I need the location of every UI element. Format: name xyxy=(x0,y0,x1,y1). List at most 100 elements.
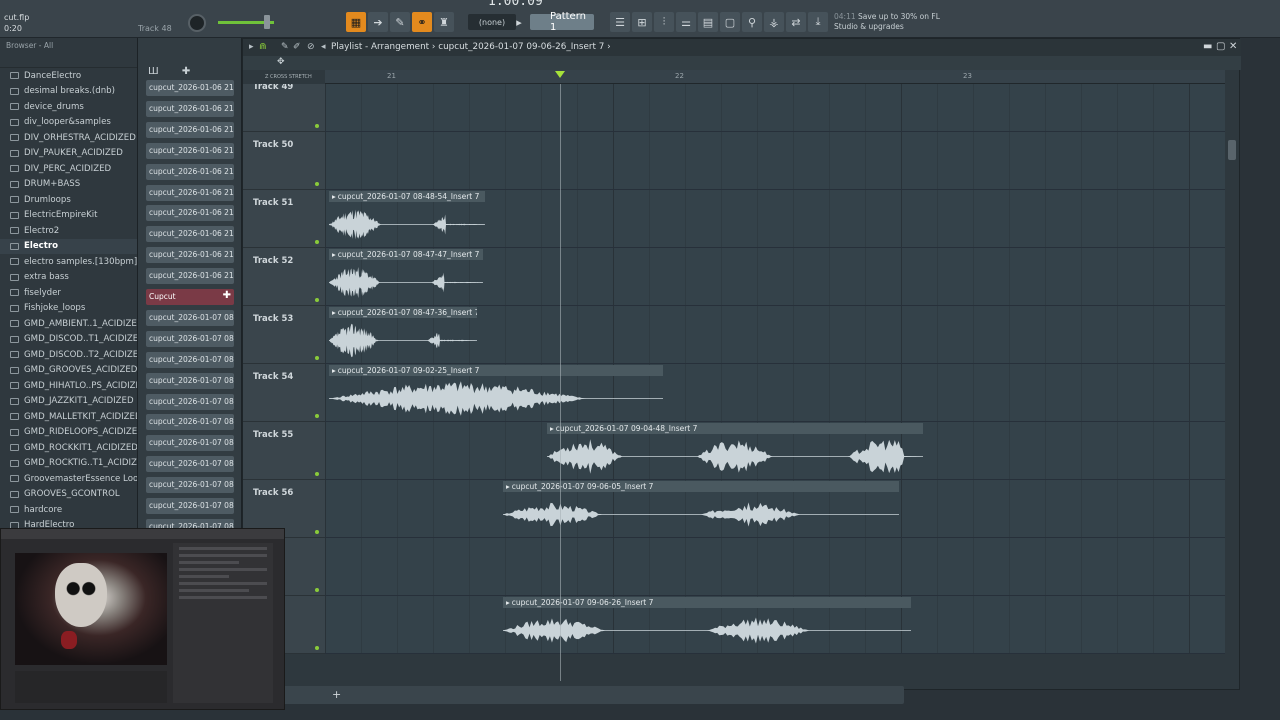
audio-clip-header[interactable]: ▸ cupcut_2026-01-07 09-02-25_Insert 7 xyxy=(329,365,663,376)
track-enable-led[interactable] xyxy=(315,356,319,360)
clip-item[interactable]: cupcut_2026-01-07 08-3... xyxy=(146,435,234,452)
plus-icon[interactable]: + xyxy=(332,688,341,701)
track-enable-led[interactable] xyxy=(315,124,319,128)
audio-clip-header[interactable]: ▸ cupcut_2026-01-07 09-04-48_Insert 7 xyxy=(547,423,923,434)
track-enable-led[interactable] xyxy=(315,414,319,418)
track-lane[interactable] xyxy=(325,84,1225,132)
arrow-icon[interactable]: ➔ xyxy=(368,12,388,32)
timeline-ruler[interactable]: 21 22 23 xyxy=(325,70,1225,84)
browser-folder[interactable]: GMD_HIHATLO..PS_ACIDIZED xyxy=(0,378,137,394)
browser-folder[interactable]: fiselyder xyxy=(0,285,137,301)
track-enable-led[interactable] xyxy=(315,646,319,650)
plugin-icon[interactable]: ▢ xyxy=(720,12,740,32)
collapse-icon[interactable]: ✥ xyxy=(277,57,285,67)
browser-folder[interactable]: GMD_ROCKTIG..T1_ACIDIZED xyxy=(0,456,137,472)
pattern-song-toggle-icon[interactable]: ▦ xyxy=(346,12,366,32)
clip-menu-icon[interactable]: ▸ xyxy=(506,598,510,607)
audio-clip[interactable]: ▸ cupcut_2026-01-07 09-04-48_Insert 7 xyxy=(547,423,923,479)
track-header[interactable]: Track 54 xyxy=(243,364,325,422)
audio-clip-header[interactable]: ▸ cupcut_2026-01-07 08-47-47_Insert 7 xyxy=(329,249,483,260)
clip-item[interactable]: cupcut_2026-01-06 21-1... xyxy=(146,121,234,138)
track-enable-led[interactable] xyxy=(315,588,319,592)
audio-clip-header[interactable]: ▸ cupcut_2026-01-07 08-48-54_Insert 7 xyxy=(329,191,485,202)
clip-item[interactable]: cupcut_2026-01-06 21-2... xyxy=(146,205,234,222)
mute-icon[interactable]: ◂ xyxy=(321,42,326,52)
browser-folder[interactable]: DRUM+BASS xyxy=(0,177,137,193)
track-enable-led[interactable] xyxy=(315,298,319,302)
track-enable-led[interactable] xyxy=(315,240,319,244)
track-header[interactable]: Track 51 xyxy=(243,190,325,248)
browser-folder[interactable]: GMD_ROCKKIT1_ACIDIZED xyxy=(0,440,137,456)
link-icon[interactable]: ⚭ xyxy=(412,12,432,32)
clip-menu-icon[interactable]: ▸ xyxy=(332,250,336,259)
browser-folder[interactable]: GMD_AMBIENT..1_ACIDIZED xyxy=(0,316,137,332)
browser-folder[interactable]: Fishjoke_loops xyxy=(0,301,137,317)
clip-item[interactable]: cupcut_2026-01-06 21-1... xyxy=(146,142,234,159)
clip-item[interactable]: cupcut_2026-01-06 21-1... xyxy=(146,184,234,201)
browser-icon[interactable]: ▤ xyxy=(698,12,718,32)
browser-folder[interactable]: device_drums xyxy=(0,99,137,115)
audio-clip[interactable]: ▸ cupcut_2026-01-07 09-02-25_Insert 7 xyxy=(329,365,663,421)
close-icon[interactable]: ✕ xyxy=(1229,41,1237,52)
browser-folder[interactable]: extra bass xyxy=(0,270,137,286)
browser-folder[interactable]: GMD_DISCOD..T1_ACIDIZED xyxy=(0,332,137,348)
clip-item[interactable]: cupcut_2026-01-07 08-2... xyxy=(146,372,234,389)
menu-arrow-icon[interactable]: ▸ xyxy=(249,42,254,52)
clip-item[interactable]: cupcut_2026-01-07 08-2... xyxy=(146,309,234,326)
track-header[interactable]: Track 50 xyxy=(243,132,325,190)
browser-folder[interactable]: DanceElectro xyxy=(0,68,137,84)
vertical-scrollbar[interactable] xyxy=(1228,140,1236,160)
delete-icon[interactable]: ⊘ xyxy=(307,42,315,52)
track-header[interactable]: Track 55 xyxy=(243,422,325,480)
audio-clip[interactable]: ▸ cupcut_2026-01-07 08-47-47_Insert 7 xyxy=(329,249,483,305)
pattern-selector[interactable]: Pattern 1 xyxy=(530,11,594,33)
clip-menu-icon[interactable]: ▸ xyxy=(332,308,336,317)
browser-folder[interactable]: div_looper&samples xyxy=(0,115,137,131)
browser-folder[interactable]: GMD_GROOVES_ACIDIZED xyxy=(0,363,137,379)
clip-item[interactable]: cupcut_2026-01-06 21-2... xyxy=(146,247,234,264)
plugin-picker-icon[interactable]: ⚲ xyxy=(742,12,762,32)
horizontal-scrollbar[interactable]: + xyxy=(240,686,904,704)
clip-item[interactable]: cupcut_2026-01-06 21-2... xyxy=(146,268,234,285)
clip-item[interactable]: cupcut_2026-01-07 08-4... xyxy=(146,477,234,494)
browser-folder[interactable]: electro samples.[130bpm] xyxy=(0,254,137,270)
browser-folder[interactable]: ElectricEmpireKit xyxy=(0,208,137,224)
audio-clip[interactable]: ▸ cupcut_2026-01-07 08-47-36_Insert 7 xyxy=(329,307,477,363)
clip-menu-icon[interactable]: ▸ xyxy=(332,192,336,201)
audio-clip[interactable]: ▸ cupcut_2026-01-07 09-06-26_Insert 7 xyxy=(503,597,911,653)
browser-header[interactable]: Browser - All xyxy=(0,38,137,52)
browser-folder[interactable]: desimal breaks.(dnb) xyxy=(0,84,137,100)
add-icon[interactable]: ✚ xyxy=(182,66,190,77)
stamp-icon[interactable]: ♜ xyxy=(434,12,454,32)
pencil-icon[interactable]: ✎ xyxy=(281,42,289,52)
browser-folder[interactable]: GROOVES_GCONTROL xyxy=(0,487,137,503)
audio-clip[interactable]: ▸ cupcut_2026-01-07 08-48-54_Insert 7 xyxy=(329,191,485,247)
clip-item[interactable]: cupcut_2026-01-07 08-3... xyxy=(146,456,234,473)
track-header[interactable]: Track 49 xyxy=(243,84,325,132)
clip-item[interactable]: cupcut_2026-01-07 08-3... xyxy=(146,414,234,431)
piano-roll-icon[interactable]: ☰ xyxy=(610,12,630,32)
browser-folder[interactable]: GMD_RIDELOOPS_ACIDIZED xyxy=(0,425,137,441)
clip-menu-icon[interactable]: ▸ xyxy=(332,366,336,375)
minimize-icon[interactable]: ▬ xyxy=(1203,41,1212,52)
clip-item[interactable]: cupcut_2026-01-07 08-2... xyxy=(146,330,234,347)
pattern-none-select[interactable]: (none) xyxy=(468,14,516,30)
track-enable-led[interactable] xyxy=(315,182,319,186)
master-pitch-knob[interactable] xyxy=(188,14,206,32)
clip-menu-icon[interactable]: ▸ xyxy=(506,482,510,491)
clip-item[interactable]: cupcut_2026-01-07 08-2... xyxy=(146,351,234,368)
clip-menu-icon[interactable]: ▸ xyxy=(550,424,554,433)
browser-folder[interactable]: DIV_ORHESTRA_ACIDIZED xyxy=(0,130,137,146)
track-enable-led[interactable] xyxy=(315,472,319,476)
clip-item[interactable]: cupcut_2026-01-07 08-2... xyxy=(146,393,234,410)
browser-folder[interactable]: Drumloops xyxy=(0,192,137,208)
add-clip-icon[interactable]: ✚ xyxy=(223,290,231,301)
browser-folder[interactable]: hardcore xyxy=(0,502,137,518)
audio-clip-header[interactable]: ▸ cupcut_2026-01-07 09-06-05_Insert 7 xyxy=(503,481,899,492)
browser-folder[interactable]: Electro2 xyxy=(0,223,137,239)
browser-folder[interactable]: DIV_PERC_ACIDIZED xyxy=(0,161,137,177)
clip-item[interactable]: cupcut_2026-01-06 21-2... xyxy=(146,226,234,243)
track-enable-led[interactable] xyxy=(315,530,319,534)
audio-clip[interactable]: ▸ cupcut_2026-01-07 09-06-05_Insert 7 xyxy=(503,481,899,537)
audio-clip-header[interactable]: ▸ cupcut_2026-01-07 09-06-26_Insert 7 xyxy=(503,597,911,608)
